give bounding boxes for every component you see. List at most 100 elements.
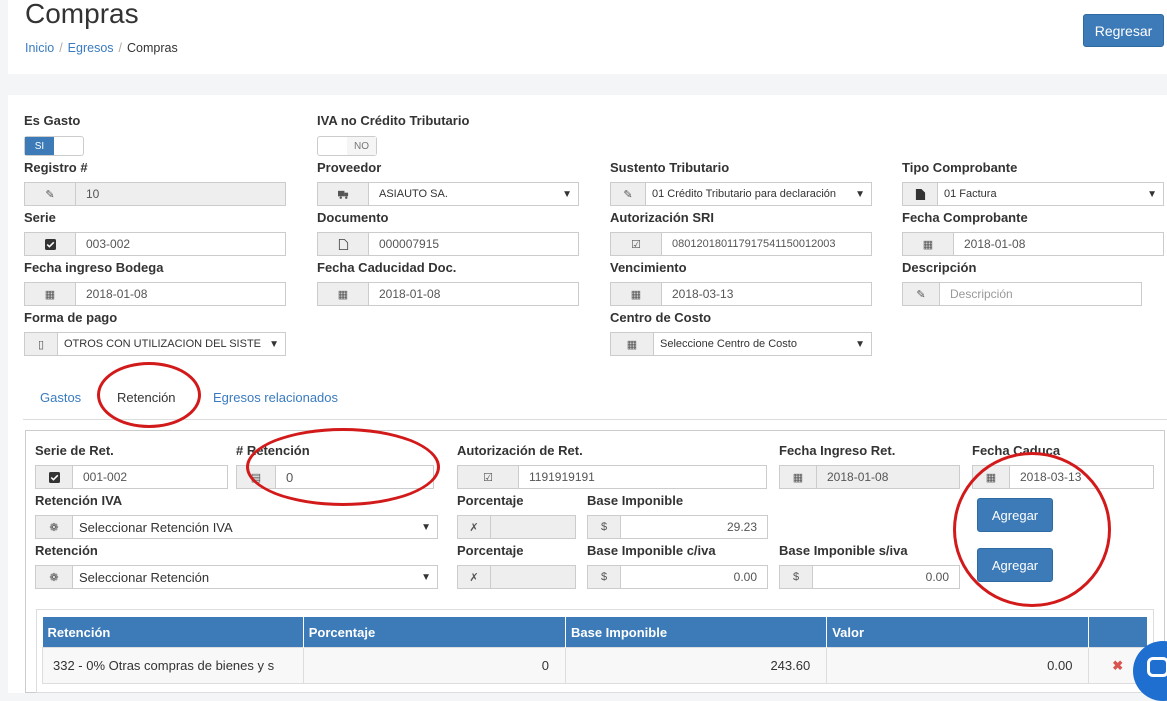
serie-field[interactable]: 003-002 — [24, 232, 286, 256]
fecha-ingreso-ret-label: Fecha Ingreso Ret. — [779, 443, 896, 458]
base-siva-field[interactable]: $ 0.00 — [779, 565, 960, 589]
file-icon — [903, 183, 938, 205]
fecha-ingreso-bodega-value: 2018-01-08 — [86, 287, 148, 301]
annotation-oval-tab — [97, 362, 201, 428]
documento-field[interactable]: 000007915 — [317, 232, 579, 256]
base-civa-value: 0.00 — [733, 570, 757, 584]
forma-pago-value: OTROS CON UTILIZACION DEL SISTE — [64, 338, 262, 350]
proveedor-label: Proveedor — [317, 160, 382, 175]
file-outline-icon — [318, 233, 369, 255]
breadcrumb-egresos[interactable]: Egresos — [68, 41, 114, 55]
dollar-icon: $ — [588, 516, 621, 538]
base-siva-label: Base Imponible s/iva — [779, 543, 908, 558]
toggle-on-label: SI — [25, 137, 54, 155]
porcentaje2-field[interactable]: ✗ — [457, 565, 576, 589]
registro-field[interactable]: ✎ 10 — [24, 182, 286, 206]
pencil-icon: ✎ — [25, 183, 76, 205]
base-civa-field[interactable]: $ 0.00 — [587, 565, 768, 589]
calendar-icon: ▦ — [780, 466, 817, 488]
th-valor: Valor — [826, 617, 1090, 648]
porcentaje1-field[interactable]: ✗ — [457, 515, 576, 539]
tipo-comprobante-select[interactable]: 01 Factura ▼ — [902, 182, 1164, 206]
ret-value: Seleccionar Retención — [79, 569, 210, 585]
iva-no-credito-toggle[interactable]: NO — [317, 136, 377, 156]
caret-down-icon: ▼ — [269, 338, 279, 350]
calendar-icon: ▦ — [25, 283, 76, 305]
cell-base: 243.60 — [564, 647, 828, 684]
base-civa-label: Base Imponible c/iva — [587, 543, 716, 558]
centro-costo-select[interactable]: ▦ Seleccione Centro de Costo ▼ — [610, 332, 872, 356]
proveedor-select[interactable]: ASIAUTO SA. ▼ — [317, 182, 579, 206]
ret-iva-label: Retención IVA — [35, 493, 123, 508]
registro-label: Registro # — [24, 160, 88, 175]
ret-select[interactable]: ❁ Seleccionar Retención ▼ — [35, 565, 438, 589]
fecha-comprobante-field[interactable]: ▦ 2018-01-08 — [902, 232, 1164, 256]
check-square-icon — [25, 233, 76, 255]
breadcrumb-inicio[interactable]: Inicio — [25, 41, 54, 55]
tab-gastos[interactable]: Gastos — [40, 390, 81, 405]
check-square-outline-icon: ☑ — [458, 466, 519, 488]
fecha-ingreso-ret-field[interactable]: ▦ 2018-01-08 — [779, 465, 960, 489]
sustento-select[interactable]: ✎ 01 Crédito Tributario para declaración… — [610, 182, 872, 206]
ret-iva-select[interactable]: ❁ Seleccionar Retención IVA ▼ — [35, 515, 438, 539]
caret-down-icon: ▼ — [421, 521, 431, 533]
th-base: Base Imponible — [565, 617, 828, 648]
serie-label: Serie — [24, 210, 56, 225]
calendar-icon: ▦ — [318, 283, 369, 305]
dollar-icon: $ — [588, 566, 621, 588]
autorizacion-sri-field[interactable]: ☑ 080120180117917541150012003 — [610, 232, 872, 256]
cell-retencion: 332 - 0% Otras compras de bienes y s — [42, 647, 304, 684]
es-gasto-toggle[interactable]: SI — [24, 136, 84, 156]
autorizacion-sri-value: 080120180117917541150012003 — [672, 238, 836, 250]
caret-down-icon: ▼ — [421, 571, 431, 583]
page-header: Compras Inicio / Egresos / Compras — [8, 0, 1167, 74]
th-retencion: Retención — [42, 617, 304, 648]
autorizacion-sri-label: Autorización SRI — [610, 210, 715, 225]
fecha-caducidad-value: 2018-01-08 — [379, 287, 441, 301]
descripcion-field[interactable]: ✎ Descripción — [902, 282, 1142, 306]
delete-icon[interactable]: ✖ — [1112, 658, 1123, 673]
sustento-value: 01 Crédito Tributario para declaración — [652, 188, 837, 200]
percent-icon: ✗ — [458, 566, 491, 588]
fecha-ingreso-bodega-field[interactable]: ▦ 2018-01-08 — [24, 282, 286, 306]
registro-value: 10 — [86, 187, 100, 201]
base-imponible-value: 29.23 — [726, 520, 757, 534]
base-imponible-field[interactable]: $ 29.23 — [587, 515, 768, 539]
cell-porcentaje: 0 — [302, 647, 566, 684]
table-row: 332 - 0% Otras compras de bienes y s 0 2… — [42, 647, 1147, 684]
calendar-icon: ▦ — [611, 333, 654, 355]
th-porcentaje: Porcentaje — [303, 617, 566, 648]
ret-label: Retención — [35, 543, 98, 558]
autorizacion-ret-value: 1191919191 — [529, 470, 595, 484]
centro-costo-value: Seleccione Centro de Costo — [660, 338, 797, 350]
caret-down-icon: ▼ — [855, 188, 865, 200]
caret-down-icon: ▼ — [562, 188, 572, 200]
table-header-row: Retención Porcentaje Base Imponible Valo… — [42, 617, 1147, 648]
fecha-caducidad-field[interactable]: ▦ 2018-01-08 — [317, 282, 579, 306]
es-gasto-label: Es Gasto — [24, 113, 81, 128]
breadcrumb: Inicio / Egresos / Compras — [25, 41, 178, 55]
vencimiento-value: 2018-03-13 — [672, 287, 734, 301]
edit-icon: ✎ — [903, 283, 940, 305]
forma-pago-select[interactable]: ▯ OTROS CON UTILIZACION DEL SISTE ▼ — [24, 332, 286, 356]
page-title: Compras — [25, 0, 139, 29]
paw-icon: ❁ — [36, 566, 73, 588]
truck-icon — [318, 183, 369, 205]
porcentaje2-label: Porcentaje — [457, 543, 524, 558]
dollar-icon: $ — [780, 566, 813, 588]
serie-ret-value: 001-002 — [83, 470, 128, 484]
serie-ret-field[interactable]: 001-002 — [35, 465, 228, 489]
regresar-button[interactable]: Regresar — [1083, 14, 1164, 47]
vencimiento-field[interactable]: ▦ 2018-03-13 — [610, 282, 872, 306]
calendar-icon: ▦ — [903, 233, 954, 255]
tab-egresos-relacionados[interactable]: Egresos relacionados — [213, 390, 338, 405]
vencimiento-label: Vencimiento — [610, 260, 687, 275]
chat-icon — [1147, 657, 1167, 677]
th-actions — [1088, 617, 1147, 648]
porcentaje1-label: Porcentaje — [457, 493, 524, 508]
ret-iva-value: Seleccionar Retención IVA — [79, 519, 233, 535]
check-square-icon — [36, 466, 73, 488]
cell-valor: 0.00 — [826, 647, 1090, 684]
paw-icon: ❁ — [36, 516, 73, 538]
autorizacion-ret-field[interactable]: ☑ 1191919191 — [457, 465, 767, 489]
